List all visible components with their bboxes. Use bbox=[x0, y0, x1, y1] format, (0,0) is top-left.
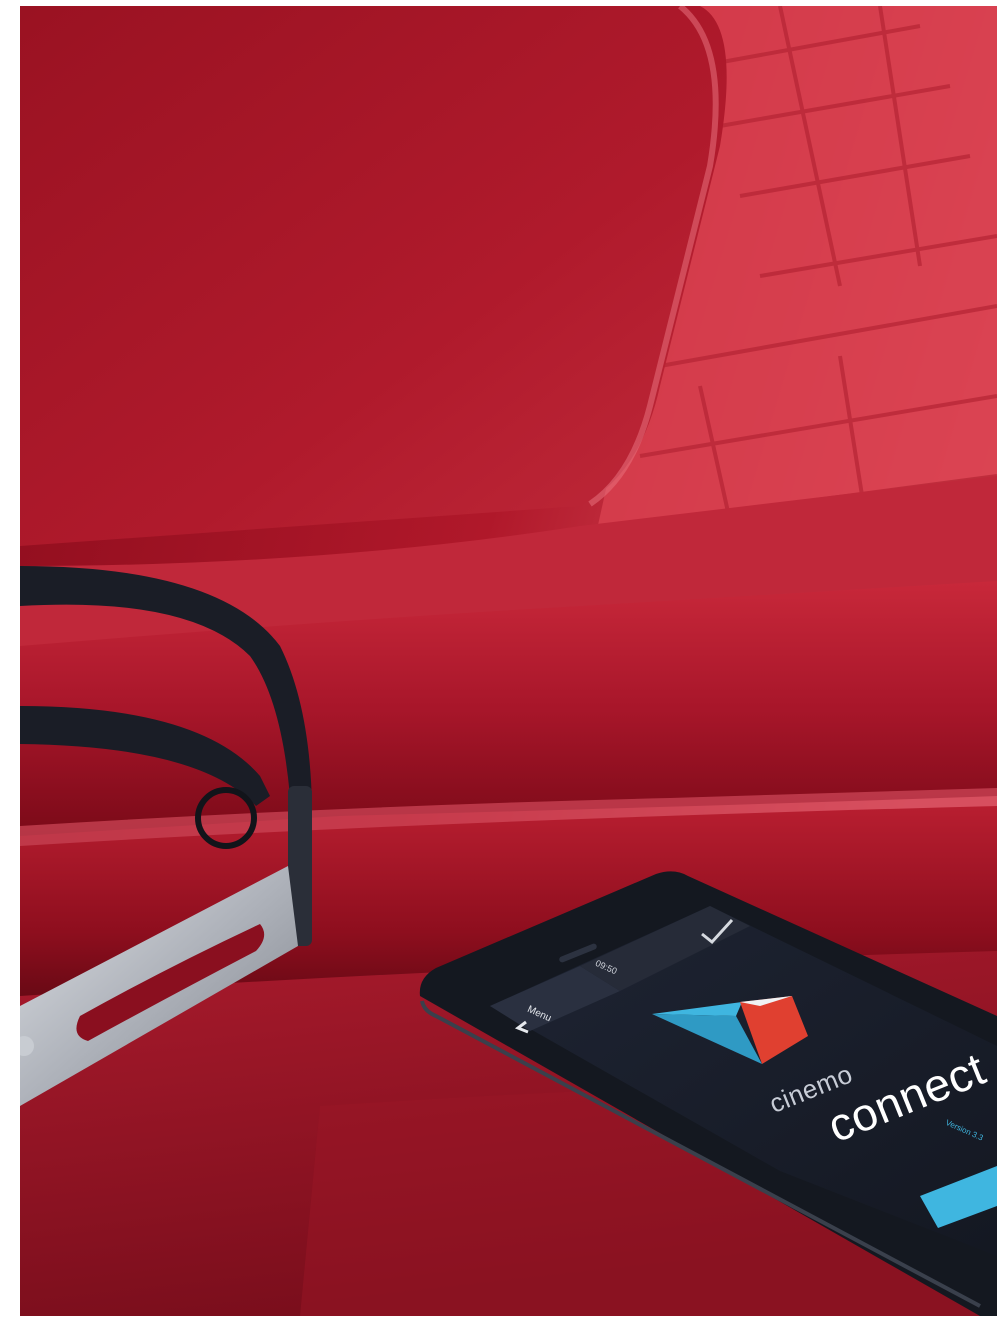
photo-scene bbox=[20, 6, 997, 1316]
photo-frame: 09:50 Menu cinemo connect Version 3.3 bbox=[20, 6, 997, 1316]
